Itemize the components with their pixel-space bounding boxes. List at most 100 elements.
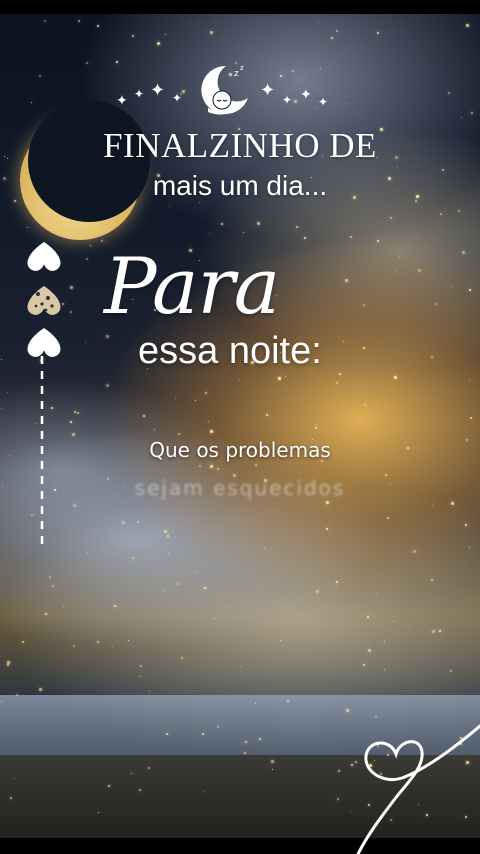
sparkle bbox=[377, 32, 379, 34]
sparkle bbox=[471, 112, 473, 114]
sparkle bbox=[384, 641, 385, 642]
sparkle bbox=[432, 505, 433, 506]
sparkle bbox=[149, 691, 150, 692]
sparkle bbox=[86, 258, 88, 260]
sparkle bbox=[432, 630, 435, 633]
sparkle bbox=[109, 528, 110, 529]
heart-line-doodle-icon bbox=[356, 724, 480, 854]
sparkle bbox=[73, 645, 75, 647]
sparkle bbox=[195, 400, 196, 401]
sparkle bbox=[87, 552, 88, 553]
sparkle bbox=[364, 404, 366, 406]
sparkle bbox=[70, 311, 72, 313]
sparkle bbox=[167, 535, 169, 537]
sparkle bbox=[458, 210, 460, 212]
sparkle bbox=[431, 579, 433, 581]
sparkle bbox=[203, 791, 204, 792]
sparkle bbox=[122, 521, 125, 524]
sparkle bbox=[376, 593, 377, 594]
script-heading: Para bbox=[104, 242, 280, 332]
sparkle bbox=[315, 424, 316, 425]
star-icon: ✦ bbox=[318, 95, 329, 109]
sparkle bbox=[137, 521, 139, 523]
sparkle bbox=[7, 392, 8, 393]
sparkle bbox=[1, 701, 2, 702]
sparkle bbox=[384, 669, 385, 670]
sparkle bbox=[199, 465, 201, 467]
sparkle bbox=[351, 764, 353, 766]
sparkle bbox=[387, 517, 389, 519]
sparkle bbox=[143, 415, 145, 417]
sparkle bbox=[70, 421, 72, 423]
sparkle bbox=[393, 621, 394, 622]
sparkle bbox=[465, 524, 467, 526]
sparkle bbox=[367, 616, 369, 618]
sparkle bbox=[331, 37, 333, 39]
sparkle bbox=[448, 92, 450, 94]
sparkle bbox=[409, 625, 410, 626]
sparkle bbox=[114, 605, 116, 607]
sparkle bbox=[148, 767, 150, 769]
sparkle bbox=[39, 688, 42, 691]
sparkle bbox=[27, 227, 28, 228]
sparkle bbox=[350, 236, 352, 238]
sparkle bbox=[90, 245, 91, 246]
sleeping-baby-on-moon-icon: z z bbox=[201, 64, 248, 115]
sparkle bbox=[169, 206, 170, 207]
sparkle bbox=[395, 270, 396, 271]
sparkle bbox=[431, 356, 433, 358]
sparkle bbox=[7, 664, 9, 666]
sparkle bbox=[106, 335, 109, 338]
sparkle bbox=[132, 35, 134, 37]
title-line-2: mais um dia... bbox=[152, 170, 328, 201]
sparkle bbox=[97, 25, 99, 27]
sparkle bbox=[165, 34, 166, 35]
sparkle bbox=[106, 384, 109, 387]
sparkle bbox=[415, 200, 417, 202]
sparkle bbox=[278, 377, 281, 380]
sparkle bbox=[22, 641, 24, 643]
sparkle bbox=[363, 664, 365, 666]
sparkle bbox=[245, 741, 247, 743]
sparkle bbox=[101, 240, 103, 242]
sparkle bbox=[350, 811, 351, 812]
sparkle bbox=[363, 304, 365, 306]
sparkle bbox=[196, 571, 197, 572]
sparkle bbox=[205, 563, 206, 564]
sparkle bbox=[296, 226, 298, 228]
heading-subtitle: essa noite: bbox=[138, 330, 322, 372]
sparkle bbox=[399, 256, 400, 257]
heart-icon bbox=[27, 242, 61, 271]
sparkle bbox=[210, 465, 213, 468]
sparkle bbox=[52, 585, 54, 587]
sparkle bbox=[86, 62, 88, 64]
logo: ✦ ✦ ✦ ✦ ✦ ✦ ✦ ✦ z z bbox=[110, 60, 340, 122]
sparkle bbox=[318, 22, 319, 23]
sparkle bbox=[280, 640, 281, 641]
hearts-dashed-line-decoration bbox=[27, 242, 61, 548]
sparkle bbox=[435, 303, 437, 305]
sparkle bbox=[272, 769, 273, 770]
sparkle bbox=[97, 641, 99, 643]
sparkle bbox=[131, 773, 132, 774]
star-icon: ✦ bbox=[260, 80, 276, 101]
sparkle bbox=[74, 411, 76, 413]
sparkle bbox=[78, 20, 80, 22]
sparkle bbox=[73, 504, 76, 507]
sparkle bbox=[63, 606, 64, 607]
sparkle bbox=[128, 640, 129, 641]
sparkle bbox=[285, 376, 286, 377]
sparkle bbox=[337, 798, 339, 800]
sparkle bbox=[413, 550, 416, 553]
svg-text:z: z bbox=[234, 69, 239, 79]
sparkle bbox=[316, 590, 319, 593]
sparkle bbox=[49, 576, 51, 578]
sparkle bbox=[39, 75, 41, 77]
sparkle bbox=[140, 676, 141, 677]
sparkle bbox=[336, 30, 338, 32]
sparkle bbox=[377, 240, 379, 242]
sparkle bbox=[181, 657, 183, 659]
sparkle bbox=[363, 347, 365, 349]
sparkle bbox=[336, 581, 338, 583]
heart-icon bbox=[27, 328, 61, 357]
